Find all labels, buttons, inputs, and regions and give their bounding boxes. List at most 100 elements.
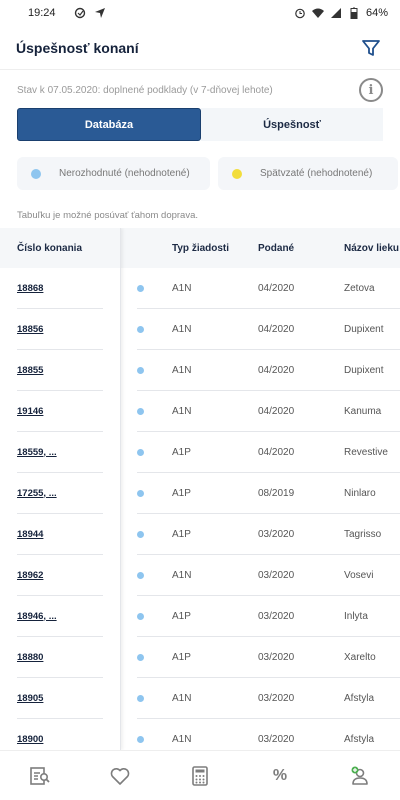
request-type: A1P bbox=[172, 488, 191, 499]
submitted-date: 03/2020 bbox=[258, 570, 295, 581]
legend-item-undecided[interactable]: Nerozhodnuté (nehodnotené) bbox=[17, 157, 210, 190]
wifi-icon bbox=[311, 8, 324, 18]
status-dot bbox=[137, 408, 144, 415]
filter-button[interactable] bbox=[358, 35, 384, 61]
status-dot bbox=[137, 736, 144, 743]
case-number-link[interactable]: 18946, ... bbox=[17, 596, 103, 637]
case-number-link[interactable]: 18905 bbox=[17, 678, 103, 719]
status-dot bbox=[137, 572, 144, 579]
submitted-date: 03/2020 bbox=[258, 529, 295, 540]
page-title: Úspešnosť konaní bbox=[16, 39, 139, 56]
case-number-link[interactable]: 18900 bbox=[17, 719, 103, 750]
row-details: A1P 03/2020 Tagrisso bbox=[137, 514, 400, 555]
table-row[interactable]: 18905 A1N 03/2020 Afstyla bbox=[0, 678, 400, 719]
submitted-date: 08/2019 bbox=[258, 488, 295, 499]
request-type: A1N bbox=[172, 406, 192, 417]
nav-search-documents[interactable] bbox=[0, 751, 80, 800]
drug-name: Zetova bbox=[344, 283, 375, 294]
table-row[interactable]: 18856 A1N 04/2020 Dupixent bbox=[0, 309, 400, 350]
case-number-link[interactable]: 19146 bbox=[17, 391, 103, 432]
table-body: 18868 A1N 04/2020 Zetova 18856 A1N 04/2020 Dupi… bbox=[0, 268, 400, 750]
battery-level: 64% bbox=[365, 7, 388, 19]
bottom-navigation: % bbox=[0, 750, 400, 800]
drug-name: Revestive bbox=[344, 447, 388, 458]
status-time: 19:24 bbox=[28, 7, 56, 19]
info-button[interactable]: i bbox=[359, 78, 383, 102]
filter-icon bbox=[362, 39, 380, 56]
row-details: A1P 08/2019 Ninlaro bbox=[137, 473, 400, 514]
table-row[interactable]: 18880 A1P 03/2020 Xarelto bbox=[0, 637, 400, 678]
table-row[interactable]: 18962 A1N 03/2020 Vosevi bbox=[0, 555, 400, 596]
row-details: A1P 03/2020 Inlyta bbox=[137, 596, 400, 637]
case-number-link[interactable]: 18855 bbox=[17, 350, 103, 391]
status-dot bbox=[137, 654, 144, 661]
row-details: A1N 04/2020 Dupixent bbox=[137, 350, 400, 391]
legend-item-withdrawn[interactable]: Spätvzaté (nehodnotené) bbox=[218, 157, 398, 190]
submitted-date: 03/2020 bbox=[258, 611, 295, 622]
submitted-date: 04/2020 bbox=[258, 324, 295, 335]
battery-icon bbox=[350, 7, 358, 19]
request-type: A1N bbox=[172, 693, 192, 704]
table-row[interactable]: 19146 A1N 04/2020 Kanuma bbox=[0, 391, 400, 432]
status-dot bbox=[137, 367, 144, 374]
request-type: A1P bbox=[172, 611, 191, 622]
nav-calculator[interactable] bbox=[160, 751, 240, 800]
drug-name: Ninlaro bbox=[344, 488, 376, 499]
nav-profile[interactable] bbox=[320, 751, 400, 800]
case-number-link[interactable]: 18880 bbox=[17, 637, 103, 678]
drug-name: Kanuma bbox=[344, 406, 382, 417]
tab-databaza[interactable]: Databáza bbox=[17, 108, 201, 141]
percent-icon: % bbox=[272, 766, 288, 784]
header-podane[interactable]: Podané bbox=[258, 228, 294, 268]
navigation-icon bbox=[94, 8, 105, 18]
case-number-link[interactable]: 17255, ... bbox=[17, 473, 103, 514]
status-dot bbox=[137, 326, 144, 333]
table-row[interactable]: 18855 A1N 04/2020 Dupixent bbox=[0, 350, 400, 391]
row-details: A1N 04/2020 Dupixent bbox=[137, 309, 400, 350]
legend-dot-blue bbox=[31, 168, 41, 179]
request-type: A1P bbox=[172, 652, 191, 663]
document-search-icon bbox=[30, 766, 50, 785]
request-type: A1N bbox=[172, 734, 192, 745]
submitted-date: 03/2020 bbox=[258, 652, 295, 663]
status-dot bbox=[137, 490, 144, 497]
header-typ-ziadosti[interactable]: Typ žiadosti bbox=[172, 228, 229, 268]
table-row[interactable]: 18946, ... A1P 03/2020 Inlyta bbox=[0, 596, 400, 637]
drug-name: Vosevi bbox=[344, 570, 374, 581]
table-row[interactable]: 18868 A1N 04/2020 Zetova bbox=[0, 268, 400, 309]
submitted-date: 04/2020 bbox=[258, 447, 295, 458]
table-row[interactable]: 17255, ... A1P 08/2019 Ninlaro bbox=[0, 473, 400, 514]
calculator-icon bbox=[192, 765, 208, 786]
submitted-date: 04/2020 bbox=[258, 283, 295, 294]
legend: Nerozhodnuté (nehodnotené) Spätvzaté (ne… bbox=[17, 157, 400, 190]
status-dot bbox=[137, 695, 144, 702]
data-table[interactable]: Číslo konania Typ žiadosti Podané Názov … bbox=[0, 228, 400, 750]
drug-name: Dupixent bbox=[344, 324, 384, 335]
table-row[interactable]: 18559, ... A1P 04/2020 Revestive bbox=[0, 432, 400, 473]
drug-name: Xarelto bbox=[344, 652, 376, 663]
table-row[interactable]: 18900 A1N 03/2020 Afstyla bbox=[0, 719, 400, 750]
request-type: A1P bbox=[172, 447, 191, 458]
table-row[interactable]: 18944 A1P 03/2020 Tagrisso bbox=[0, 514, 400, 555]
drug-name: Tagrisso bbox=[344, 529, 382, 540]
case-number-link[interactable]: 18962 bbox=[17, 555, 103, 596]
case-number-link[interactable]: 18559, ... bbox=[17, 432, 103, 473]
header-nazov-lieku[interactable]: Názov lieku bbox=[344, 228, 399, 268]
case-number-link[interactable]: 18856 bbox=[17, 309, 103, 350]
request-type: A1N bbox=[172, 365, 192, 376]
case-number-link[interactable]: 18944 bbox=[17, 514, 103, 555]
drug-name: Dupixent bbox=[344, 365, 384, 376]
status-dot bbox=[137, 613, 144, 620]
tab-uspesnost[interactable]: Úspešnosť bbox=[201, 108, 383, 141]
row-details: A1P 03/2020 Xarelto bbox=[137, 637, 400, 678]
case-number-link[interactable]: 18868 bbox=[17, 268, 103, 309]
request-type: A1N bbox=[172, 283, 192, 294]
nav-percent[interactable]: % bbox=[240, 751, 320, 800]
app-bar: Úspešnosť konaní bbox=[0, 26, 400, 70]
drug-name: Afstyla bbox=[344, 693, 375, 704]
submitted-date: 04/2020 bbox=[258, 406, 295, 417]
nav-favorites[interactable] bbox=[80, 751, 160, 800]
row-details: A1P 04/2020 Revestive bbox=[137, 432, 400, 473]
legend-label: Spätvzaté (nehodnotené) bbox=[260, 168, 373, 179]
status-dot bbox=[137, 285, 144, 292]
